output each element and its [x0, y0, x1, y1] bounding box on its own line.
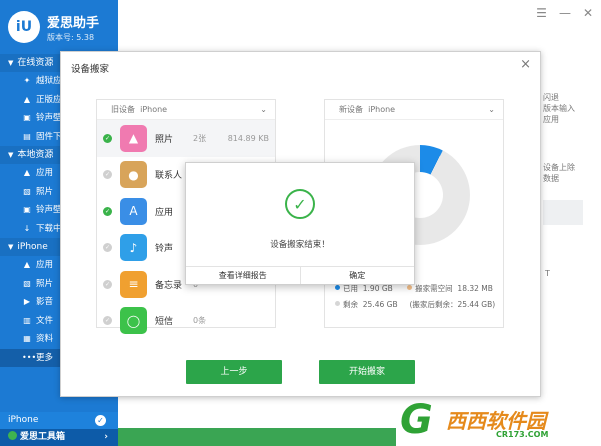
- free-dot-icon: [335, 301, 340, 306]
- badge-icon: ✦: [23, 76, 31, 85]
- checkbox[interactable]: ✓: [103, 243, 112, 253]
- close-window-icon[interactable]: ✕: [583, 6, 593, 20]
- migration-complete-popup: ✓ 设备搬家结束！ 查看详细报告 确定: [185, 162, 415, 285]
- close-icon[interactable]: ×: [520, 57, 531, 72]
- connected-check-icon: ✓: [95, 415, 106, 426]
- used-dot-icon: [335, 285, 340, 290]
- chevron-down-icon: ⌄: [488, 105, 495, 114]
- more-icon: •••: [22, 352, 37, 362]
- collapse-arrow-icon: ▼: [8, 243, 14, 251]
- chevron-down-icon: ⌄: [260, 105, 267, 114]
- popup-message: 设备搬家结束！: [270, 240, 330, 250]
- video-icon: ▶: [23, 297, 31, 306]
- window-controls: ☰ — ✕: [536, 6, 593, 20]
- data-row-messages[interactable]: ✓ ◯ 短信 0条: [97, 303, 275, 340]
- app-icon: ▲: [23, 168, 31, 177]
- checkbox[interactable]: ✓: [103, 133, 112, 143]
- message-icon: ◯: [120, 307, 147, 335]
- watermark-g-icon: G: [400, 397, 433, 443]
- ringtone-icon: ▣: [23, 205, 31, 214]
- app-icon: ▲: [23, 260, 31, 269]
- app-version: 版本号: 5.38: [47, 32, 95, 42]
- start-migration-button[interactable]: 开始搬家: [319, 360, 415, 384]
- toolbox-button[interactable]: 爱思工具箱 ›: [0, 429, 118, 446]
- confirm-button[interactable]: 确定: [299, 267, 415, 284]
- chevron-right-icon: ›: [104, 432, 108, 442]
- contacts-icon: ●: [120, 161, 147, 189]
- ringtone-icon: ▣: [23, 113, 31, 122]
- app-logo-icon: iU: [8, 11, 40, 43]
- data-icon: ▦: [23, 334, 31, 343]
- bell-icon: ♪: [120, 234, 147, 262]
- firmware-icon: ▤: [23, 131, 31, 141]
- photo-icon: ▧: [23, 186, 31, 196]
- checkbox[interactable]: ✓: [103, 206, 112, 216]
- menu-icon[interactable]: ☰: [536, 6, 547, 20]
- old-device-select[interactable]: 旧设备 iPhone ⌄: [97, 100, 275, 120]
- new-device-select[interactable]: 新设备 iPhone ⌄: [325, 100, 503, 120]
- device-selector[interactable]: iPhone ✓: [0, 412, 118, 429]
- app-icon: ▲: [23, 94, 31, 104]
- checkbox[interactable]: ✓: [103, 170, 112, 180]
- photo-icon: ▧: [23, 278, 31, 288]
- collapse-arrow-icon: ▼: [8, 151, 14, 159]
- bg-green-bar: [118, 428, 396, 446]
- minimize-icon[interactable]: —: [559, 6, 571, 20]
- file-icon: ▥: [23, 315, 31, 325]
- watermark-logo: G 西西软件园 CR173.COM: [400, 397, 549, 443]
- checkbox[interactable]: ✓: [103, 279, 112, 289]
- bg-block: [543, 200, 583, 225]
- dialog-title: 设备搬家: [71, 64, 110, 75]
- collapse-arrow-icon: ▼: [8, 59, 14, 67]
- appstore-icon: A: [120, 197, 147, 225]
- bg-text-block-3: T: [545, 269, 550, 278]
- success-check-icon: ✓: [285, 189, 315, 219]
- app-header: iU 爱思助手 版本号: 5.38: [0, 0, 118, 54]
- bg-text-block-1: 闪退 版本输入 应用: [543, 93, 575, 124]
- toolbox-status-icon: [8, 431, 17, 440]
- previous-button[interactable]: 上一步: [186, 360, 282, 384]
- app-title: 爱思助手: [47, 15, 100, 31]
- photo-icon: ▲: [120, 124, 147, 152]
- view-report-button[interactable]: 查看详细报告: [186, 267, 300, 284]
- legend-row-2: 剩余 25.46 GB (搬家后剩余：25.44 GB): [335, 299, 495, 310]
- needed-dot-icon: [407, 285, 413, 290]
- notes-icon: ≡: [120, 270, 147, 298]
- checkbox[interactable]: ✓: [103, 316, 112, 326]
- data-row-photos[interactable]: ✓ ▲ 照片 2张 814.89 KB: [97, 120, 275, 157]
- download-icon: ↓: [23, 223, 31, 233]
- bg-text-block-2: 设备上除 数据: [543, 163, 575, 183]
